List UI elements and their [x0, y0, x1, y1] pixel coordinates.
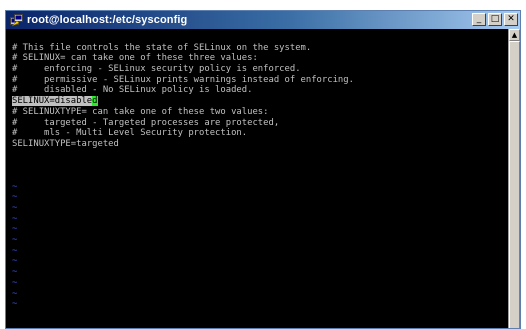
empty-buffer-marker: ~ — [12, 288, 18, 299]
empty-buffer-marker: ~ — [12, 267, 18, 278]
minimize-button[interactable]: _ — [472, 13, 486, 26]
terminal-line: # enforcing - SELinux security policy is… — [12, 64, 301, 75]
terminal-line: # disabled - No SELinux policy is loaded… — [12, 85, 253, 96]
terminal-line: # mls - Multi Level Security protection. — [12, 128, 248, 139]
empty-buffer-marker: ~ — [12, 235, 18, 246]
empty-buffer-marker: ~ — [12, 181, 18, 192]
terminal-line: # SELINUXTYPE= can take one of these two… — [12, 106, 269, 117]
maximize-icon: □ — [490, 14, 500, 24]
window-controls: _ □ ✕ — [472, 13, 518, 26]
text-cursor: d — [92, 96, 98, 107]
window-title: root@localhost:/etc/sysconfig — [27, 14, 188, 26]
empty-buffer-marker: ~ — [12, 192, 18, 203]
empty-buffer-marker: ~ — [12, 277, 18, 288]
title-bar[interactable]: root@localhost:/etc/sysconfig _ □ ✕ — [6, 11, 520, 29]
maximize-button[interactable]: □ — [488, 13, 502, 26]
terminal-line: # This file controls the state of SELinu… — [12, 42, 312, 53]
edit-line: SELINUX=disabled — [12, 96, 508, 107]
terminal-line: SELINUXTYPE=targeted — [12, 138, 119, 149]
putty-icon — [10, 13, 23, 26]
empty-buffer-marker: ~ — [12, 256, 18, 267]
empty-buffer-marker: ~ — [12, 203, 18, 213]
scroll-up-button[interactable]: ▲ — [509, 29, 520, 41]
terminal-line: # targeted - Targeted processes are prot… — [12, 117, 280, 128]
empty-buffer-marker: ~ — [12, 245, 18, 256]
vertical-scrollbar[interactable]: ▲ — [508, 29, 520, 328]
empty-buffer-marker: ~ — [12, 213, 18, 224]
close-button[interactable]: ✕ — [504, 13, 518, 26]
chevron-up-icon: ▲ — [511, 31, 518, 39]
empty-buffer-marker: ~ — [12, 224, 18, 235]
terminal-output[interactable]: # This file controls the state of SELinu… — [6, 29, 508, 328]
terminal-line: # SELINUX= can take one of these three v… — [12, 53, 258, 64]
empty-buffer-marker: ~ — [12, 299, 18, 310]
close-icon: ✕ — [507, 14, 515, 24]
terminal-window: root@localhost:/etc/sysconfig _ □ ✕ # Th… — [5, 10, 521, 329]
terminal-line: # permissive - SELinux prints warnings i… — [12, 74, 354, 85]
minimize-icon: _ — [476, 14, 482, 24]
scroll-thumb[interactable] — [509, 41, 520, 328]
selinux-setting: SELINUX=disable — [12, 96, 93, 107]
